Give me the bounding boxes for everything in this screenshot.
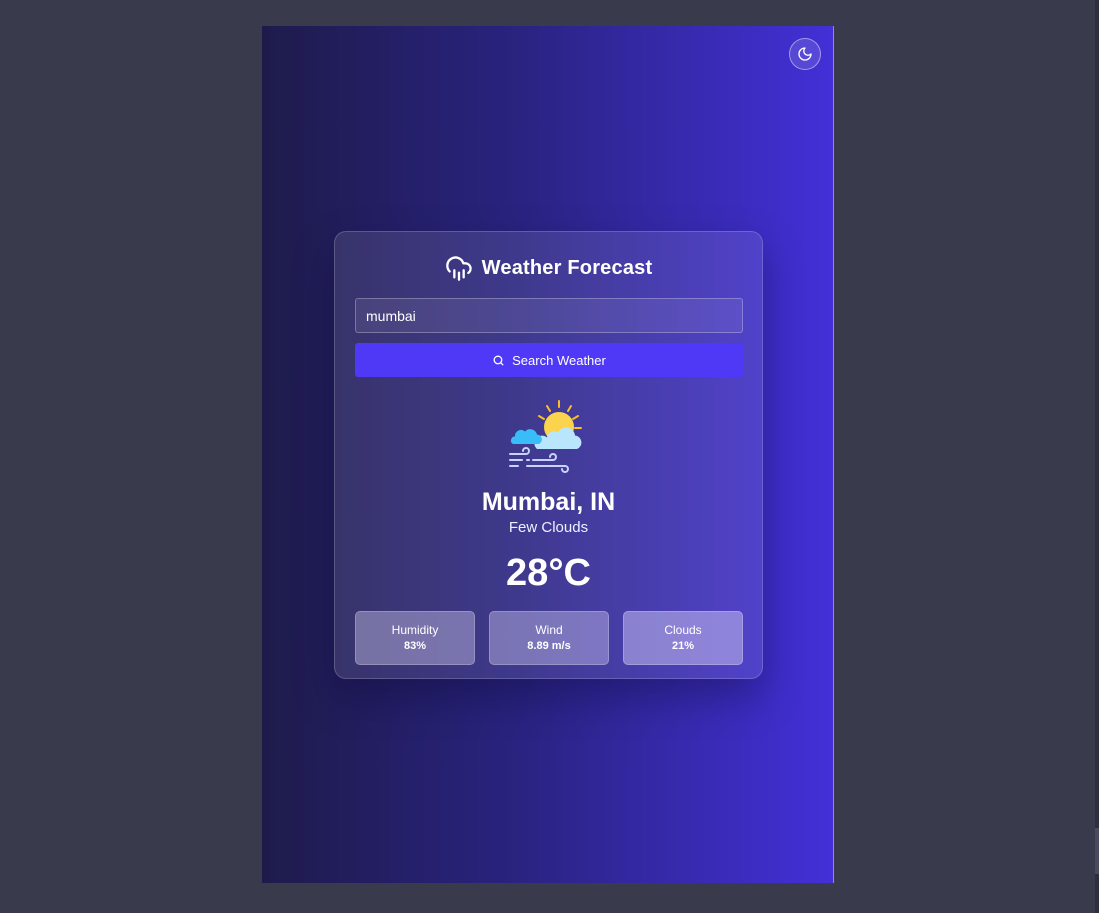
app-viewport: Weather Forecast Search Weather: [262, 26, 834, 883]
search-weather-button[interactable]: Search Weather: [355, 343, 743, 377]
weather-description: Few Clouds: [508, 519, 589, 536]
search-icon: [492, 354, 505, 367]
wind-stat: Wind 8.89 m/s: [489, 611, 609, 665]
window-edge-marker: [1095, 828, 1099, 874]
wind-value: 8.89 m/s: [527, 639, 571, 652]
clouds-value: 21%: [671, 639, 695, 652]
weather-card: Weather Forecast Search Weather: [334, 231, 763, 679]
moon-icon: [797, 46, 813, 62]
wind-label: Wind: [535, 622, 563, 637]
temperature: 28°C: [506, 552, 591, 594]
page-title: Weather Forecast: [481, 256, 653, 279]
sun-behind-cloud-wind-icon: [508, 400, 582, 473]
humidity-value: 83%: [403, 639, 427, 652]
weather-stats: Humidity 83% Wind 8.89 m/s Clouds 21%: [355, 611, 743, 665]
humidity-stat: Humidity 83%: [355, 611, 475, 665]
window-edge: [1095, 0, 1099, 913]
humidity-label: Humidity: [391, 622, 439, 637]
cloud-rain-icon: [445, 254, 473, 282]
city-name: Mumbai, IN: [481, 488, 616, 516]
theme-toggle-button[interactable]: [789, 38, 821, 70]
clouds-stat: Clouds 21%: [623, 611, 743, 665]
clouds-label: Clouds: [664, 622, 702, 637]
card-header: Weather Forecast: [355, 254, 742, 282]
city-search-input[interactable]: [355, 298, 743, 333]
search-button-label: Search Weather: [512, 352, 606, 368]
